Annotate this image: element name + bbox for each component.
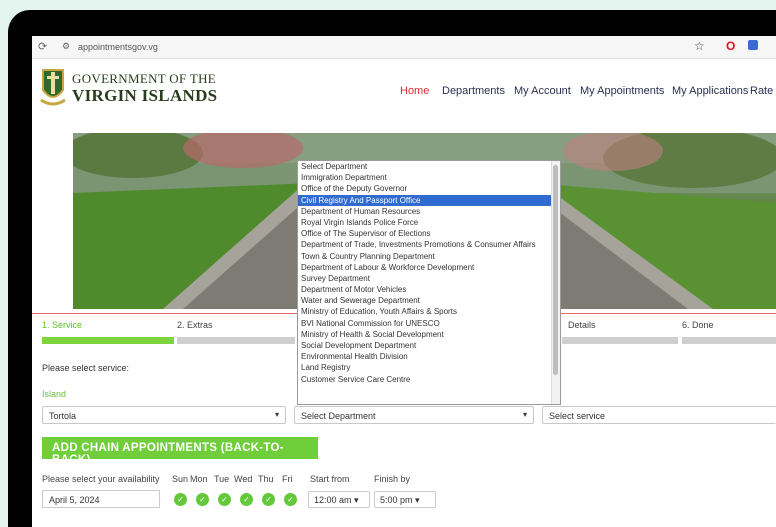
dropdown-option[interactable]: Office of The Supervisor of Elections [298, 228, 560, 239]
bookmark-star-icon[interactable]: ☆ [694, 39, 705, 53]
finish-time-value: 5:00 pm [380, 495, 413, 505]
day-fri: Fri [282, 474, 293, 484]
availability-label: Please select your availability [42, 474, 160, 484]
progress-segment-6 [682, 337, 776, 344]
add-chain-appointments-button[interactable]: ADD CHAIN APPOINTMENTS (BACK-TO-BACK) [42, 437, 318, 466]
dropdown-option[interactable]: Town & Country Planning Department [298, 251, 560, 262]
coat-of-arms-logo[interactable] [40, 64, 66, 108]
department-select[interactable]: Select Department ▾ [294, 406, 534, 424]
service-select-value: Select service [549, 411, 606, 421]
dropdown-option[interactable]: Royal Virgin Islands Police Force [298, 217, 560, 228]
day-mon: Mon [190, 474, 208, 484]
dropdown-option[interactable]: Water and Sewerage Department [298, 295, 560, 306]
dropdown-option[interactable]: Department of Trade, Investments Promoti… [298, 239, 560, 250]
reload-icon[interactable]: ⟳ [38, 40, 47, 53]
day-sun: Sun [172, 474, 189, 484]
dropdown-option[interactable]: Survey Department [298, 273, 560, 284]
check-sun-icon[interactable]: ✓ [174, 493, 187, 506]
check-mon-icon[interactable]: ✓ [196, 493, 209, 506]
check-thu-icon[interactable]: ✓ [262, 493, 275, 506]
extension-icon[interactable] [748, 40, 758, 50]
check-fri-icon[interactable]: ✓ [284, 493, 297, 506]
progress-segment-5 [562, 337, 678, 344]
dropdown-option[interactable]: Select Department [298, 161, 560, 172]
progress-segment-2 [177, 337, 295, 344]
url-text[interactable]: appointmentsgov.vg [78, 42, 158, 52]
island-label: Island [42, 389, 67, 399]
dropdown-option[interactable]: BVI National Commission for UNESCO [298, 318, 560, 329]
start-time-value: 12:00 am [314, 495, 352, 505]
dropdown-option[interactable]: Department of Labour & Workforce Develop… [298, 262, 560, 273]
start-from-label: Start from [310, 474, 350, 484]
step-service[interactable]: 1. Service [42, 320, 82, 330]
day-tue: Tue [214, 474, 230, 484]
nav-my-applications[interactable]: My Applications [672, 85, 748, 97]
brand-line-2: VIRGIN ISLANDS [72, 86, 218, 105]
device-frame: ⟳ ⚙ appointmentsgov.vg ☆ O GOVERNMENT OF… [8, 10, 776, 527]
nav-departments[interactable]: Departments [442, 85, 505, 97]
island-select[interactable]: Tortola ▾ [42, 406, 286, 424]
check-tue-icon[interactable]: ✓ [218, 493, 231, 506]
chevron-down-icon: ▾ [522, 410, 527, 419]
finish-by-label: Finish by [374, 474, 411, 484]
site-info-icon[interactable]: ⚙ [62, 41, 70, 52]
dropdown-option[interactable]: Ministry of Health & Social Development [298, 329, 560, 340]
dropdown-scrollbar[interactable] [551, 161, 560, 404]
progress-segment-1 [42, 337, 174, 344]
dropdown-option[interactable]: Immigration Department [298, 172, 560, 183]
service-prompt: Please select service: [42, 363, 130, 373]
nav-rate[interactable]: Rate [750, 85, 773, 97]
dropdown-option[interactable]: Social Development Department [298, 340, 560, 351]
chevron-down-icon: ▾ [274, 410, 279, 419]
dropdown-option[interactable]: Ministry of Education, Youth Affairs & S… [298, 306, 560, 317]
address-bar[interactable]: ⟳ ⚙ appointmentsgov.vg ☆ O [32, 36, 776, 59]
brand-line-1: GOVERNMENT OF THE [72, 71, 217, 86]
check-wed-icon[interactable]: ✓ [240, 493, 253, 506]
finish-time-select[interactable]: 5:00 pm ▾ [374, 491, 436, 508]
step-extras[interactable]: 2. Extras [177, 320, 213, 330]
department-dropdown-list[interactable]: Select Department Immigration Department O… [297, 160, 561, 405]
dropdown-option[interactable]: Office of the Deputy Governor [298, 183, 560, 194]
step-details[interactable]: Details [568, 320, 596, 330]
extension-opera-icon[interactable]: O [726, 39, 735, 53]
dropdown-option[interactable]: Environmental Health Division [298, 351, 560, 362]
scrollbar-thumb[interactable] [553, 165, 558, 375]
dropdown-option[interactable]: Customer Service Care Centre [298, 374, 560, 385]
dropdown-option[interactable]: Department of Motor Vehicles [298, 284, 560, 295]
date-input[interactable]: April 5, 2024 [42, 490, 160, 508]
nav-my-account[interactable]: My Account [514, 85, 571, 97]
day-thu: Thu [258, 474, 274, 484]
nav-my-appointments[interactable]: My Appointments [580, 85, 664, 97]
service-select[interactable]: Select service [542, 406, 776, 424]
dropdown-option[interactable]: Land Registry [298, 362, 560, 373]
dropdown-option[interactable]: Civil Registry And Passport Office [298, 194, 560, 206]
dropdown-option[interactable]: Department of Human Resources [298, 206, 560, 217]
browser-screen: ⟳ ⚙ appointmentsgov.vg ☆ O GOVERNMENT OF… [32, 36, 776, 527]
nav-home[interactable]: Home [400, 85, 429, 97]
department-select-value: Select Department [301, 411, 376, 421]
day-wed: Wed [234, 474, 253, 484]
start-time-select[interactable]: 12:00 am ▾ [308, 491, 370, 508]
island-select-value: Tortola [49, 411, 77, 421]
step-done[interactable]: 6. Done [682, 320, 714, 330]
